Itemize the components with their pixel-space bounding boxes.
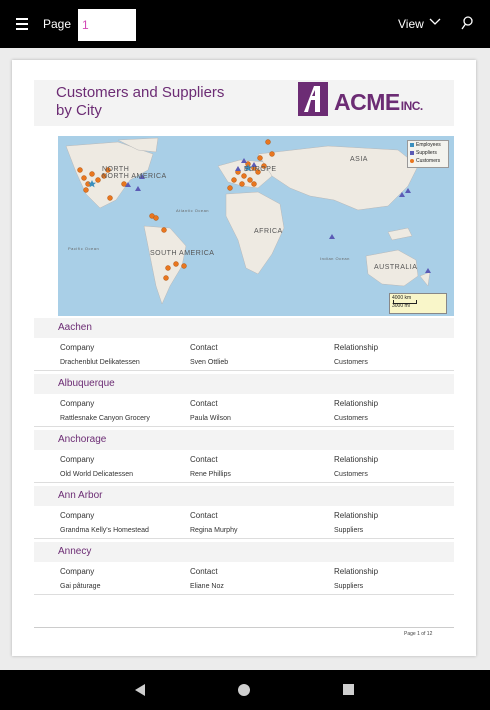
circle-icon xyxy=(410,158,414,163)
back-icon[interactable] xyxy=(134,683,146,697)
table-row: Drachenblut Delikatessen Sven Ottlieb Cu… xyxy=(34,356,454,371)
table-row: Grandma Kelly's Homestead Regina Murphy … xyxy=(34,524,454,539)
city-group-header: Albuquerque xyxy=(34,374,454,394)
legend-item-customers: Customers xyxy=(408,157,448,165)
city-name: Anchorage xyxy=(58,434,107,445)
column-company: Company xyxy=(60,343,95,352)
column-header-row: Company Contact Relationship xyxy=(34,396,454,412)
cell-company: Rattlesnake Canyon Grocery xyxy=(60,415,150,422)
city-name: Annecy xyxy=(58,546,92,557)
page-indicator: Page 1 of 12 xyxy=(404,631,433,637)
triangle-icon xyxy=(410,150,414,155)
column-company: Company xyxy=(60,455,95,464)
column-relationship: Relationship xyxy=(334,511,379,520)
city-group-header: Ann Arbor xyxy=(34,486,454,506)
cell-relationship: Customers xyxy=(334,359,368,366)
column-relationship: Relationship xyxy=(334,455,379,464)
document-viewer[interactable]: Customers and Suppliers by City ACMEINC. xyxy=(0,48,490,670)
page-number-input[interactable] xyxy=(78,9,136,41)
column-contact: Contact xyxy=(190,511,218,520)
column-header-row: Company Contact Relationship xyxy=(34,508,454,524)
cell-relationship: Customers xyxy=(334,471,368,478)
map-label-pacific: Pacific Ocean xyxy=(68,246,100,251)
legend-item-employees: Employees xyxy=(408,141,448,149)
column-relationship: Relationship xyxy=(334,567,379,576)
column-company: Company xyxy=(60,511,95,520)
map-label-asia: ASIA xyxy=(350,156,368,163)
menu-icon[interactable] xyxy=(16,18,28,30)
map-label-africa: AFRICA xyxy=(254,228,283,235)
map-label-australia: AUSTRALIA xyxy=(374,264,418,271)
map-label-text: NORTH AMERICA xyxy=(102,173,167,180)
report-title: Customers and Suppliers by City xyxy=(56,84,256,120)
report-page: Customers and Suppliers by City ACMEINC. xyxy=(12,60,476,656)
cell-contact: Rene Phillips xyxy=(190,471,231,478)
city-name: Aachen xyxy=(58,322,92,333)
legend-label: Suppliers xyxy=(416,150,437,156)
table-row: Gai pâturage Eliane Noz Suppliers xyxy=(34,580,454,595)
column-header-row: Company Contact Relationship xyxy=(34,340,454,356)
cell-relationship: Customers xyxy=(334,415,368,422)
acme-logo-icon xyxy=(298,82,328,116)
column-contact: Contact xyxy=(190,343,218,352)
page-label: Page xyxy=(43,17,72,31)
table-row: Rattlesnake Canyon Grocery Paula Wilson … xyxy=(34,412,454,427)
star-icon xyxy=(410,142,414,147)
cell-relationship: Suppliers xyxy=(334,527,364,534)
cell-relationship: Suppliers xyxy=(334,583,364,590)
column-relationship: Relationship xyxy=(334,399,379,408)
scale-mi: 3000 mi xyxy=(392,303,410,309)
map-scale: 4000 km 3000 mi xyxy=(389,293,447,314)
column-contact: Contact xyxy=(190,567,218,576)
city-group-header: Aachen xyxy=(34,318,454,338)
chevron-down-icon[interactable] xyxy=(428,16,442,28)
map-label-atlantic: Atlantic Ocean xyxy=(176,208,210,213)
map-legend: Employees Suppliers Customers xyxy=(407,140,449,168)
world-map-image xyxy=(65,137,431,305)
city-group-header: Anchorage xyxy=(34,430,454,450)
report-header: Customers and Suppliers by City ACMEINC. xyxy=(34,80,454,126)
legend-label: Customers xyxy=(416,158,441,164)
column-header-row: Company Contact Relationship xyxy=(34,452,454,468)
column-company: Company xyxy=(60,399,95,408)
cell-contact: Paula Wilson xyxy=(190,415,231,422)
recent-apps-icon[interactable] xyxy=(343,684,354,695)
map-label-north-america: NORTH NORTH AMERICA xyxy=(102,166,167,180)
top-toolbar: Page View xyxy=(0,0,490,48)
report-title-line2: by City xyxy=(56,102,102,119)
legend-item-suppliers: Suppliers xyxy=(408,149,448,157)
city-name: Ann Arbor xyxy=(58,490,103,501)
column-header-row: Company Contact Relationship xyxy=(34,564,454,580)
cell-company: Drachenblut Delikatessen xyxy=(60,359,140,366)
world-map[interactable]: NORTH NORTH AMERICA SOUTH AMERICA EUROPE … xyxy=(58,136,454,316)
cell-contact: Regina Murphy xyxy=(190,527,238,534)
view-menu-button[interactable]: View xyxy=(398,17,424,31)
map-label-indian: Indian Ocean xyxy=(320,256,350,261)
search-icon[interactable] xyxy=(460,15,474,31)
cell-company: Grandma Kelly's Homestead xyxy=(60,527,149,534)
city-group-header: Annecy xyxy=(34,542,454,562)
system-nav-bar xyxy=(0,670,490,710)
cell-company: Gai pâturage xyxy=(60,583,101,590)
logo-suffix: INC. xyxy=(400,99,424,113)
column-contact: Contact xyxy=(190,455,218,464)
logo-name: ACME xyxy=(334,89,400,115)
city-name: Albuquerque xyxy=(58,378,115,389)
legend-label: Employees xyxy=(416,142,441,148)
footer-divider xyxy=(34,627,454,628)
cell-company: Old World Delicatessen xyxy=(60,471,134,478)
column-relationship: Relationship xyxy=(334,343,379,352)
table-row: Old World Delicatessen Rene Phillips Cus… xyxy=(34,468,454,483)
map-label-south-america: SOUTH AMERICA xyxy=(150,250,215,257)
column-contact: Contact xyxy=(190,399,218,408)
column-company: Company xyxy=(60,567,95,576)
cell-contact: Sven Ottlieb xyxy=(190,359,229,366)
map-label-europe: EUROPE xyxy=(244,166,277,173)
report-title-line1: Customers and Suppliers xyxy=(56,84,225,101)
logo-text: ACMEINC. xyxy=(334,89,423,116)
cell-contact: Eliane Noz xyxy=(190,583,224,590)
home-icon[interactable] xyxy=(238,684,250,696)
